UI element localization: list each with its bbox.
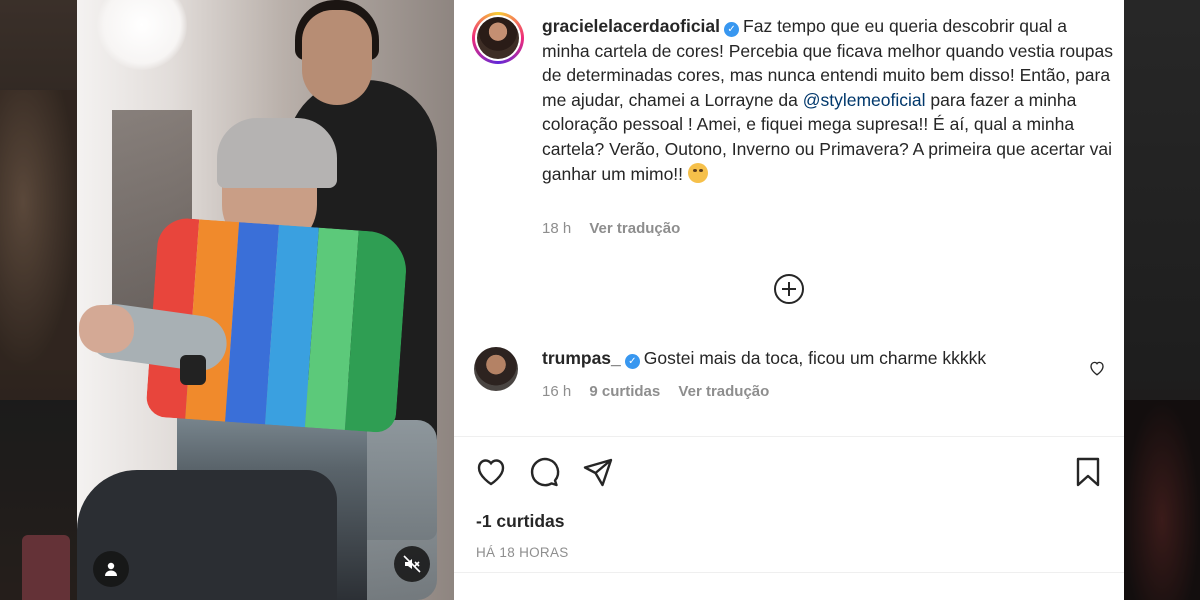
post-caption: gracielelacerdaoficial ✓ Faz tempo que eu … [542,14,1117,186]
post-details-panel: gracielelacerdaoficial ✓ Faz tempo que eu … [454,0,1124,600]
caption-translate-link[interactable]: Ver tradução [589,220,680,237]
smiling-face-hearts-icon [687,162,708,183]
caption-time[interactable]: 18 h [542,220,571,237]
tagged-users-button[interactable] [93,551,129,587]
author-username[interactable]: gracielelacerdaoficial [542,16,720,36]
comment-icon[interactable] [527,455,561,489]
divider [454,436,1124,437]
commenter-avatar[interactable] [474,347,518,391]
comment-likes[interactable]: 9 curtidas [589,383,660,400]
post-video[interactable] [77,0,454,600]
comment-text: Gostei mais da toca, ficou um charme kkk… [643,348,987,368]
mute-button[interactable] [394,546,430,582]
verified-badge-icon: ✓ [624,354,640,369]
user-icon [105,562,117,576]
comment-translate-link[interactable]: Ver tradução [678,383,769,400]
plus-circle-icon[interactable] [773,273,805,305]
verified-badge-icon: ✓ [724,22,740,37]
heart-icon[interactable] [474,455,508,489]
comment: trumpas_ ✓ Gostei mais da toca, ficou um c… [542,348,986,369]
post-timestamp[interactable]: HÁ 18 HORAS [476,545,569,560]
caption-meta: 18 h Ver tradução [542,220,694,237]
modal-backdrop[interactable] [0,0,77,600]
comment-meta: 16 h 9 curtidas Ver tradução [542,383,783,400]
divider [454,572,1124,573]
commenter-username[interactable]: trumpas_ [542,348,621,368]
author-avatar[interactable] [472,12,524,64]
comment-time[interactable]: 16 h [542,383,571,400]
bookmark-icon[interactable] [1071,455,1105,489]
comment-like-icon[interactable] [1088,359,1106,377]
muted-speaker-icon [403,555,421,573]
modal-backdrop-right[interactable] [1124,0,1200,600]
send-icon[interactable] [581,455,615,489]
like-count[interactable]: -1 curtidas [476,511,565,532]
mention-link[interactable]: @stylemeoficial [803,90,926,110]
